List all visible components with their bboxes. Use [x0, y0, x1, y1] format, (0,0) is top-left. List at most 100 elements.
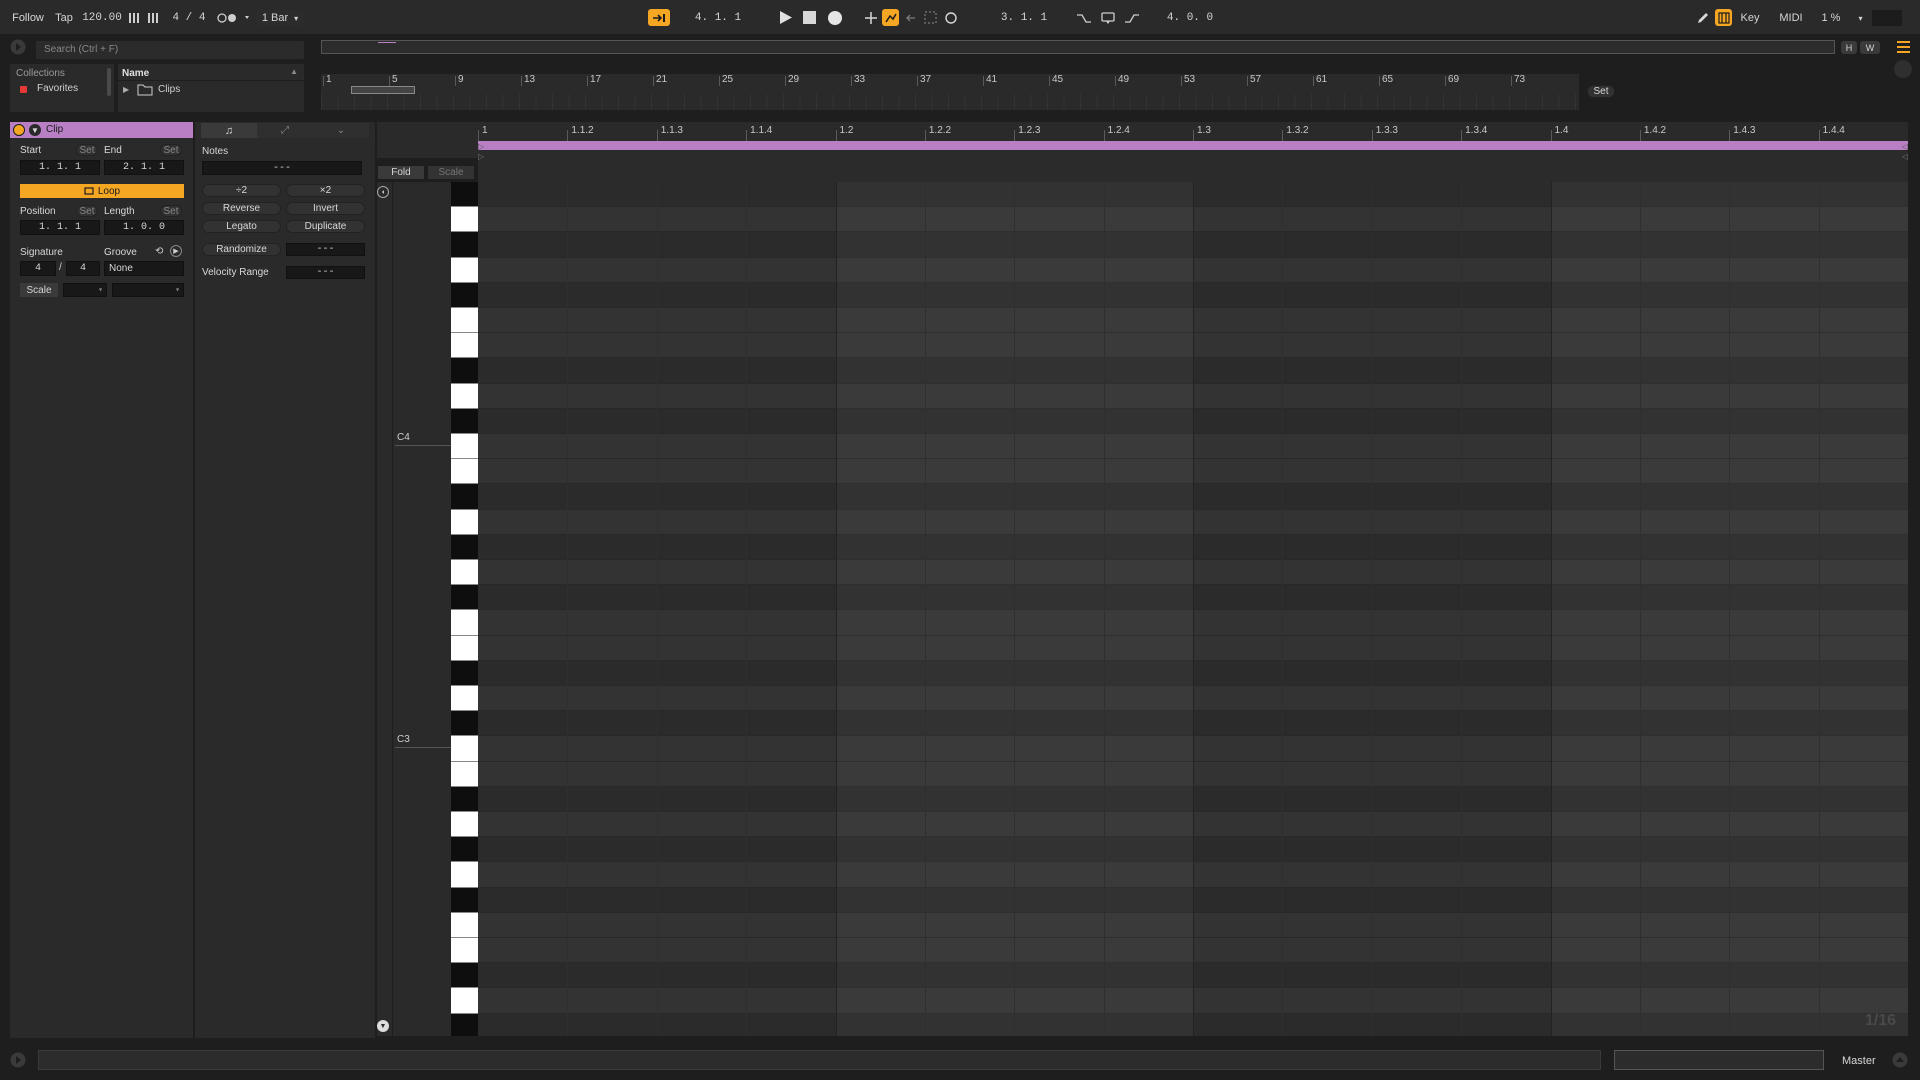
end-set-button[interactable]: Set [160, 144, 182, 156]
search-input[interactable]: Search (Ctrl + F) [36, 41, 304, 59]
follow-arrangement-button[interactable] [648, 9, 670, 26]
scale-toggle-button[interactable]: Scale [20, 283, 58, 297]
white-key[interactable] [451, 207, 478, 233]
h-button[interactable]: H [1841, 41, 1857, 54]
black-key[interactable] [451, 660, 478, 686]
draw-mode-icon[interactable] [1696, 11, 1710, 25]
black-key[interactable] [451, 182, 478, 208]
loop-switch-icon[interactable] [1100, 10, 1116, 26]
length-value-field[interactable]: 1. 0. 0 [104, 220, 184, 235]
tempo-field[interactable]: 120.00 [81, 10, 123, 26]
white-key[interactable] [451, 761, 478, 787]
randomize-amount-field[interactable]: --- [286, 243, 365, 256]
white-key[interactable] [451, 560, 478, 586]
arrangement-loop-brace[interactable] [351, 86, 415, 94]
black-key[interactable] [451, 484, 478, 510]
end-value-field[interactable]: 2. 1. 1 [104, 160, 184, 175]
overview-scrollbar[interactable] [321, 40, 1835, 54]
white-key[interactable] [451, 434, 478, 460]
signature-numerator-field[interactable]: 4 [20, 261, 56, 276]
white-key[interactable] [451, 383, 478, 409]
black-key[interactable] [451, 837, 478, 863]
white-key[interactable] [451, 509, 478, 535]
record-icon[interactable] [827, 10, 843, 26]
tab-envelopes[interactable]: ⤢ [257, 123, 313, 138]
velocity-range-field[interactable]: --- [286, 266, 365, 279]
scale-highlight-button[interactable]: Scale [428, 166, 474, 179]
groove-hot-swap-icon[interactable]: ⟲ [155, 246, 163, 257]
follow-button[interactable]: Follow [8, 10, 48, 26]
arrangement-position-field[interactable]: 4. 1. 1 [676, 9, 760, 26]
black-key[interactable] [451, 963, 478, 989]
loop-toggle-button[interactable]: Loop [20, 184, 184, 198]
session-record-icon[interactable] [944, 11, 958, 25]
black-key[interactable] [451, 1013, 478, 1036]
sort-up-icon[interactable]: ▲ [290, 67, 298, 76]
keyboard-midi-button[interactable] [1715, 9, 1732, 26]
white-key[interactable] [451, 812, 478, 838]
sidebar-item-favorites[interactable]: Favorites [37, 83, 78, 94]
track-selector-field[interactable] [1614, 1050, 1824, 1070]
white-key[interactable] [451, 635, 478, 661]
tab-notes[interactable]: ♫ [201, 123, 257, 138]
black-key[interactable] [451, 534, 478, 560]
clip-activator-icon[interactable] [13, 124, 25, 136]
arrangement-ruler[interactable]: 1 5 9 13 17 21 25 29 33 37 41 45 49 53 57 61 65 69 73 [321, 74, 1579, 110]
white-key[interactable] [451, 459, 478, 485]
black-key[interactable] [451, 786, 478, 812]
notes-transpose-field[interactable]: --- [202, 161, 362, 175]
black-key[interactable] [451, 711, 478, 737]
reverse-button[interactable]: Reverse [202, 202, 281, 215]
white-key[interactable] [451, 912, 478, 938]
white-key[interactable] [451, 988, 478, 1014]
position-set-button[interactable]: Set [76, 205, 98, 217]
time-signature-field[interactable]: 4 / 4 [170, 10, 208, 26]
black-key[interactable] [451, 887, 478, 913]
list-item-clips[interactable]: Clips [158, 84, 180, 95]
scale-root-dropdown[interactable]: ▾ [63, 283, 107, 297]
invert-button[interactable]: Invert [286, 202, 365, 215]
white-key[interactable] [451, 610, 478, 636]
play-icon[interactable] [778, 9, 794, 26]
black-key[interactable] [451, 408, 478, 434]
browser-toggle-icon[interactable] [10, 39, 26, 55]
automation-arm-button[interactable] [882, 9, 899, 26]
piano-keyboard[interactable] [451, 182, 478, 1036]
scale-name-dropdown[interactable]: ▾ [112, 283, 184, 297]
overview-viewport[interactable] [378, 42, 396, 52]
punch-in-icon[interactable] [1076, 11, 1092, 25]
black-key[interactable] [451, 232, 478, 258]
duplicate-button[interactable]: Duplicate [286, 220, 365, 233]
preview-headphones-icon[interactable]: ◖ [377, 186, 389, 198]
white-key[interactable] [451, 862, 478, 888]
white-key[interactable] [451, 938, 478, 964]
punch-out-icon[interactable] [1124, 11, 1140, 25]
position-value-field[interactable]: 1. 1. 1 [20, 220, 100, 235]
start-marker-icon[interactable]: ▷ [478, 142, 484, 151]
stop-icon[interactable] [803, 11, 817, 25]
white-key[interactable] [451, 686, 478, 712]
white-key[interactable] [451, 257, 478, 283]
signature-denominator-field[interactable]: 4 [66, 261, 100, 276]
white-key[interactable] [451, 308, 478, 334]
groove-arrow-icon[interactable]: ▶ [170, 245, 182, 257]
length-set-button[interactable]: Set [160, 205, 182, 217]
clip-loop-bar[interactable] [478, 141, 1908, 150]
start-value-field[interactable]: 1. 1. 1 [20, 160, 100, 175]
black-key[interactable] [451, 282, 478, 308]
overdub-icon[interactable] [864, 11, 878, 25]
quantize-dropdown[interactable]: 1 Bar ▾ [256, 10, 304, 26]
white-key[interactable] [451, 736, 478, 762]
note-editor[interactable]: 1 1.1.2 1.1.3 1.1.4 1.2 1.2.2 1.2.3 1.2.4 1.3 1.3… [478, 122, 1908, 1036]
key-map-button[interactable]: Key [1736, 10, 1764, 26]
double-button[interactable]: ×2 [286, 184, 365, 197]
fold-button[interactable]: Fold [378, 166, 424, 179]
groove-value-field[interactable]: None [104, 261, 184, 276]
legato-button[interactable]: Legato [202, 220, 281, 233]
black-key[interactable] [451, 358, 478, 384]
clip-title-bar[interactable]: ▼ Clip [10, 122, 193, 138]
midi-map-button[interactable]: MIDI [1774, 10, 1808, 26]
scroll-down-icon[interactable]: ▼ [377, 1020, 389, 1032]
metronome-icon[interactable] [128, 12, 164, 24]
start-set-button[interactable]: Set [76, 144, 98, 156]
